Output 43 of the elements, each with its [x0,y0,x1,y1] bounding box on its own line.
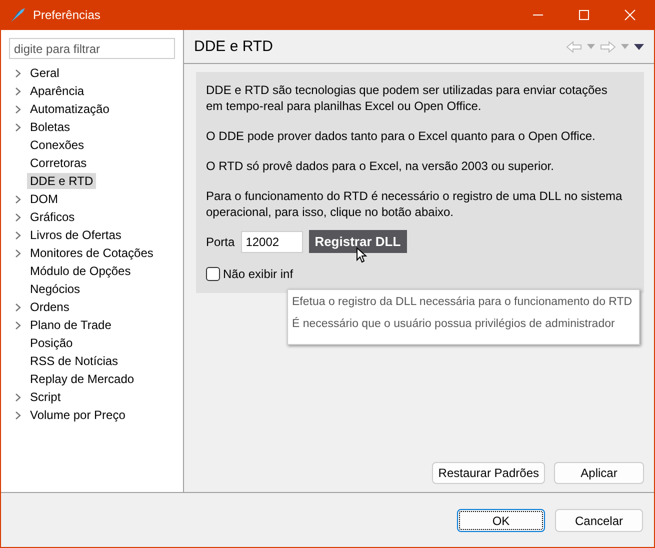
tree-item[interactable]: Negócios [27,281,84,297]
checkbox-label: Não exibir inf [223,267,294,281]
maximize-icon[interactable] [578,9,590,21]
tree-item[interactable]: Replay de Mercado [27,371,138,387]
tree-item[interactable]: Módulo de Opções [27,263,134,279]
tree-item[interactable]: Monitores de Cotações [27,245,156,261]
tree-item[interactable]: Boletas [27,119,74,135]
dialog-button[interactable]: Aplicar [554,462,644,484]
tree-item[interactable]: Conexões [27,137,88,153]
tree-item[interactable]: Ordens [27,299,72,315]
tree-item[interactable]: Aparência [27,83,88,99]
port-field[interactable]: 12002 [240,230,303,252]
checkbox[interactable] [206,267,220,281]
tree-item[interactable]: Livros de Ofertas [27,227,124,243]
tree-item[interactable]: Corretoras [27,155,90,171]
window-title: Preferências [33,8,100,22]
tree-item[interactable]: Automatização [27,101,112,117]
dialog-button[interactable]: OK [457,509,545,532]
description-text: Para o funcionamento do RTD é necessário o registro de uma DLL no sistema operacional, para isso, clique no botão abaixo. [206,188,624,220]
port-label: Porta [206,234,235,248]
tooltip-text: Efetua o registro da DLL necessária para o funcionamento do RTD [292,296,634,310]
dialog-button[interactable]: Cancelar [555,509,643,532]
tree-item[interactable]: Geral [27,65,62,81]
filter-field[interactable]: digite para filtrar [9,38,175,59]
register-button[interactable]: Registrar DLL [308,230,407,253]
tree-item[interactable]: Gráficos [27,209,78,225]
cursor-icon [356,247,367,263]
description-text: DDE e RTD são tecnologias que podem ser utilizadas para enviar cotações em tempo-real para planilhas Excel ou Open Office. [206,82,608,114]
dialog-button[interactable]: Restaurar Padrões [432,462,545,484]
tree-item[interactable]: DOM [27,191,61,207]
description-text: O RTD só provê dados para o Excel, na versão 2003 ou superior. [206,158,555,174]
close-icon[interactable] [624,9,636,21]
tree-item[interactable]: Plano de Trade [27,317,114,333]
tree-item[interactable]: RSS de Notícias [27,353,122,369]
page-title: DDE e RTD [194,38,273,55]
tooltip-text: É necessário que o usuário possua privilégios de administrador [292,318,616,332]
tree-item[interactable]: Posição [27,335,76,351]
menu-icon[interactable] [634,44,644,50]
app-logo-icon [9,6,27,24]
tree-item[interactable]: Volume por Preço [27,407,128,423]
tree-item[interactable]: DDE e RTD [27,173,96,189]
description-text: O DDE pode prover dados tanto para o Excel quanto para o Open Office. [206,128,596,144]
tree-item[interactable]: Script [27,389,64,405]
